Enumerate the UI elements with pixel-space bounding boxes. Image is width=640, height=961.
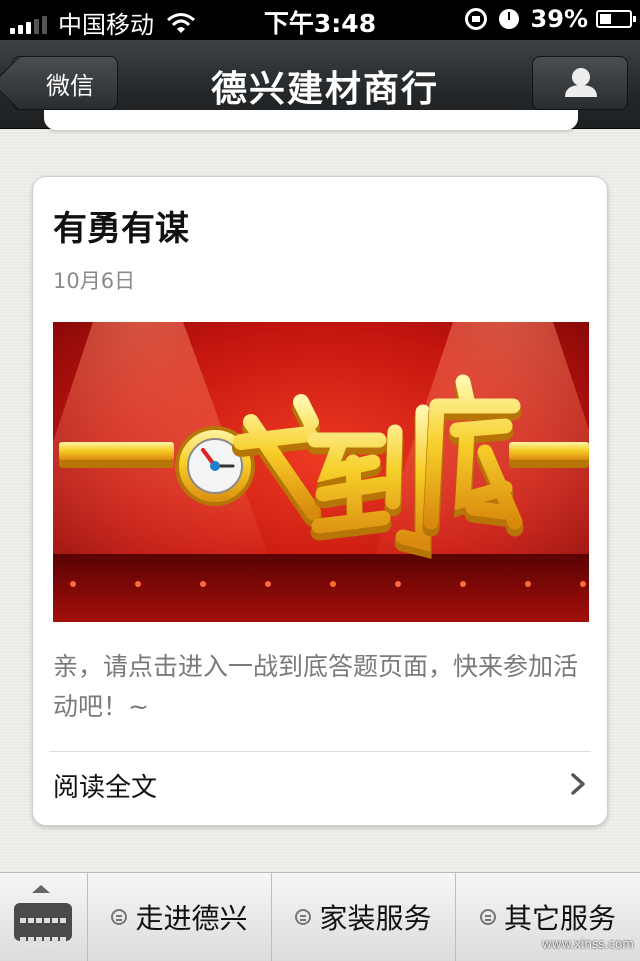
read-more-link[interactable]: 阅读全文 [53,767,157,804]
alarm-clock-icon [498,9,519,29]
menu-item-about[interactable]: 走进德兴 [88,873,272,961]
card-divider [49,751,591,752]
status-bar: 中国移动 下午3:48 39% [0,0,640,40]
article-description: 亲，请点击进入一战到底答题页面，快来参加活动吧！~ [53,652,579,721]
chevron-right-icon[interactable] [565,771,591,797]
page-title: 德兴建材商行 [210,69,439,110]
keyboard-toggle-button[interactable] [0,873,88,961]
status-right: 39% [464,5,636,33]
menu-item-label: 其它服务 [503,902,616,935]
caret-up-icon [32,885,50,893]
stage-floor [53,554,589,622]
menu-list-icon [111,909,128,925]
back-button-label: 微信 [46,71,94,100]
battery-fill [600,14,611,24]
battery-icon [596,10,636,28]
previous-card-edge [44,110,578,130]
article-title: 有勇有谋 [53,209,189,249]
menu-list-icon [479,909,496,925]
back-button[interactable]: 微信 [12,56,118,110]
battery-percent: 39% [530,5,588,33]
person-icon [565,68,597,97]
article-date: 10月6日 [53,269,136,293]
menu-item-decoration-service[interactable]: 家装服务 [272,873,456,961]
menu-item-label: 走进德兴 [135,902,248,935]
banner-graphic [53,322,589,622]
banner-dash-right [509,442,589,460]
watermark: www.xinss.com [541,937,634,951]
menu-list-icon [295,909,312,925]
keyboard-icon [14,903,72,953]
menu-item-label: 家装服务 [319,902,432,935]
profile-button[interactable] [532,56,628,110]
article-card[interactable]: 有勇有谋 10月6日 亲，请点击进入一战到底答题页面，快来参加活动吧！~ 阅读全… [32,176,608,826]
bottom-menu-bar: 走进德兴 家装服务 其它服务 www.xinss.com [0,872,640,961]
article-banner-image[interactable] [53,322,589,622]
rotation-lock-icon [464,8,487,30]
banner-dash-left [59,442,174,460]
